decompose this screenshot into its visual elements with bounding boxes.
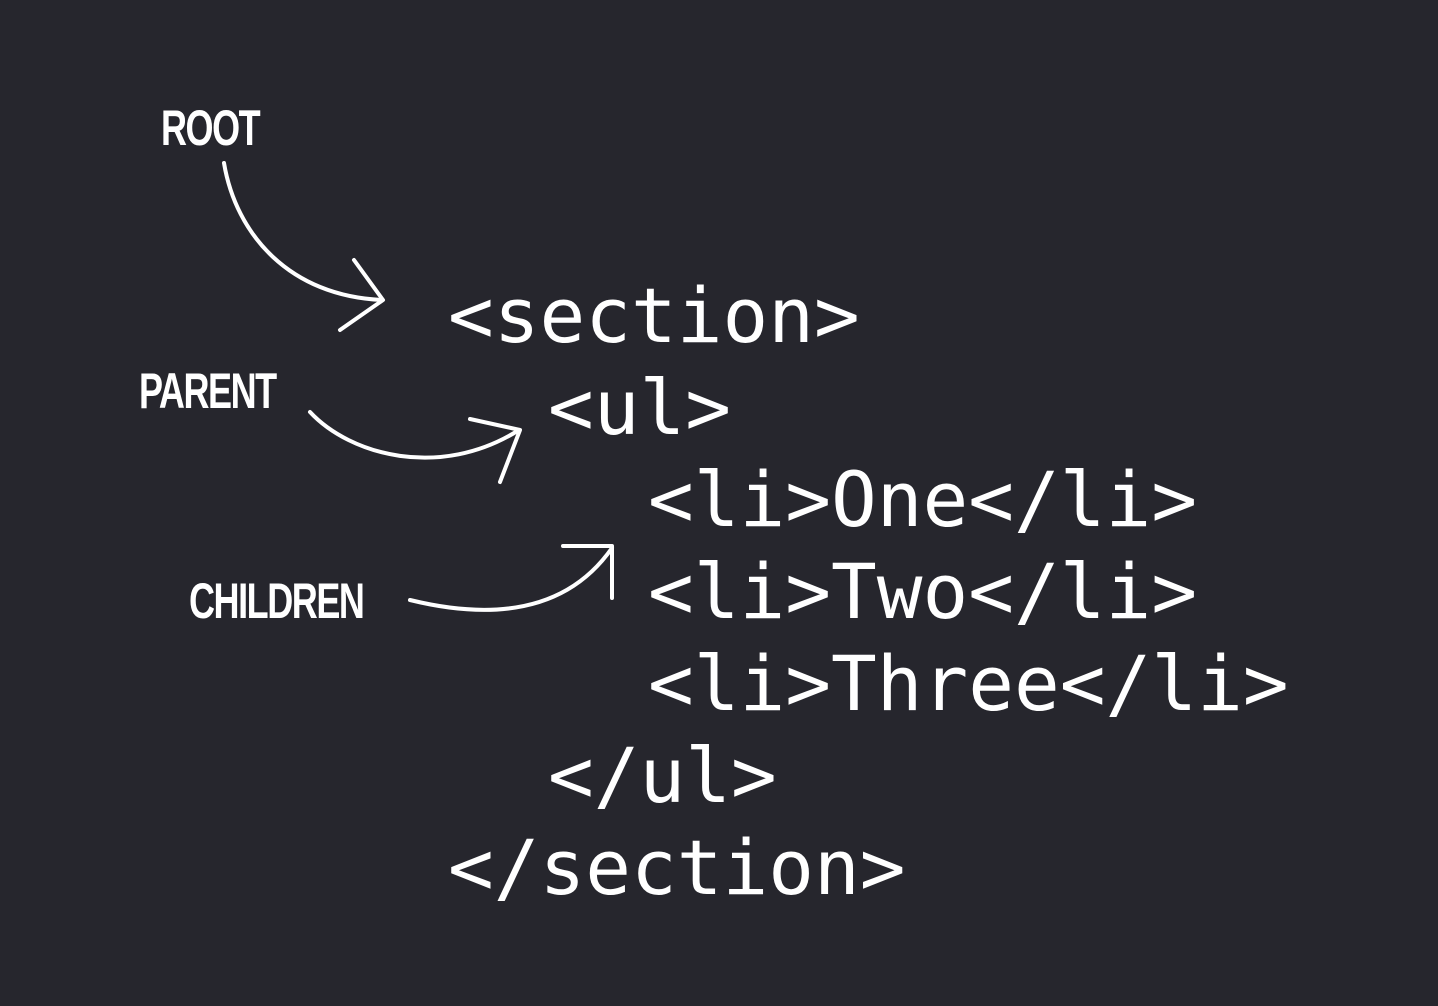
parent-arrow-icon (308, 410, 521, 460)
arrows-layer (222, 161, 614, 612)
children-arrow-icon (408, 546, 614, 612)
diagram-canvas: ROOT PARENT CHILDREN <section> <ul> <li>… (0, 0, 1438, 1006)
root-arrow-icon (222, 161, 384, 302)
